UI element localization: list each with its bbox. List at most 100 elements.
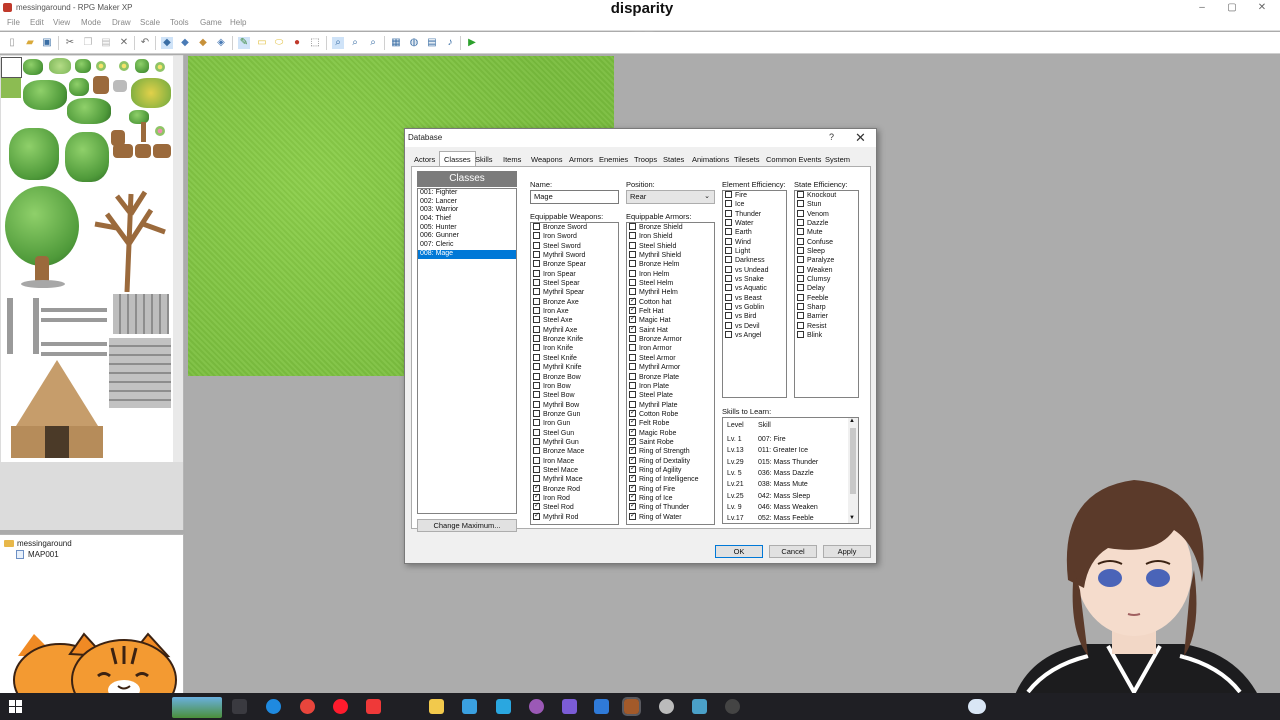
checkbox[interactable] [797, 265, 804, 273]
checkbox[interactable] [629, 288, 636, 296]
skills-to-learn-list[interactable]: Level Skill ▲ ▼ Lv. 1 007: Fire Lv.13 011: G… [722, 417, 859, 524]
project-node[interactable]: messingaround [4, 539, 72, 548]
obs-icon[interactable] [529, 699, 544, 714]
rpgmaker-taskbar-icon[interactable] [622, 697, 641, 716]
element-efficiency-list[interactable]: Fire Ice Thunder Water Earth Wind Light Darknes… [722, 190, 787, 398]
checkbox[interactable] [533, 363, 540, 371]
state-item[interactable]: Paralyze [795, 256, 858, 265]
checkbox[interactable] [725, 228, 732, 236]
close-icon[interactable]: ✕ [855, 130, 866, 146]
position-select[interactable]: Rear ⌄ [626, 190, 715, 204]
checkbox[interactable] [629, 269, 636, 277]
telegram-icon[interactable] [496, 699, 511, 714]
armor-item[interactable]: Steel Armor [627, 353, 714, 363]
checkbox[interactable] [797, 209, 804, 217]
state-item[interactable]: Weaken [795, 265, 858, 275]
events-icon[interactable]: ◈ [215, 37, 227, 49]
weapon-item[interactable]: Mythril Knife [531, 363, 618, 372]
skill-row[interactable]: Lv.17 052: Mass Feeble [727, 515, 814, 522]
weapon-item[interactable]: Mythril Mace [531, 475, 618, 484]
armor-item[interactable]: Mythril Shield [627, 251, 714, 260]
checkbox[interactable] [797, 275, 804, 283]
windows-start-icon[interactable] [9, 700, 22, 713]
weapon-item[interactable]: Steel Rod [531, 501, 618, 512]
tab-actors[interactable]: Actors [414, 153, 435, 166]
checkbox[interactable] [725, 265, 732, 273]
layer2-icon[interactable]: ◆ [179, 37, 191, 49]
task-view-icon[interactable] [232, 699, 247, 714]
checkbox[interactable] [533, 437, 540, 445]
tileset-graphic[interactable] [1, 56, 173, 462]
element-item[interactable]: vs Aquatic [723, 284, 786, 293]
checkbox[interactable] [629, 296, 636, 305]
database-icon[interactable]: ▦ [390, 37, 402, 49]
armor-item[interactable]: Saint Robe [627, 436, 714, 447]
armor-item[interactable]: Cotton hat [627, 296, 714, 307]
armor-item[interactable]: Iron Plate [627, 381, 714, 391]
checkbox[interactable] [533, 307, 540, 315]
checkbox[interactable] [797, 228, 804, 236]
armor-item[interactable]: Ring of Thunder [627, 501, 714, 512]
armor-item[interactable]: Steel Helm [627, 279, 714, 288]
save-icon[interactable]: ▣ [41, 37, 53, 49]
state-item[interactable]: Dazzle [795, 219, 858, 228]
weapon-item[interactable]: Bronze Spear [531, 260, 618, 269]
class-list-item[interactable]: 002: Lancer [418, 198, 516, 207]
cut-icon[interactable]: ✂ [64, 37, 76, 49]
checkbox[interactable] [533, 297, 540, 305]
armor-item[interactable]: Mythril Plate [627, 400, 714, 410]
state-item[interactable]: Sleep [795, 247, 858, 256]
checkbox[interactable] [725, 293, 732, 301]
checkbox[interactable] [725, 237, 732, 245]
weapon-item[interactable]: Mythril Rod [531, 511, 618, 522]
menu-game[interactable]: Game [200, 18, 222, 27]
weapon-item[interactable]: Mythril Sword [531, 251, 618, 260]
element-item[interactable]: Water [723, 219, 786, 228]
help-icon[interactable]: ? [829, 132, 834, 142]
state-item[interactable]: Barrier [795, 312, 858, 321]
state-item[interactable]: Venom [795, 209, 858, 219]
checkbox[interactable] [629, 324, 636, 333]
rectangle-icon[interactable]: ▭ [256, 37, 268, 49]
checkbox[interactable] [629, 473, 636, 483]
store-icon[interactable] [462, 699, 477, 714]
checkbox[interactable] [725, 219, 732, 227]
zoom-1x-icon[interactable]: ⌕ [332, 37, 344, 49]
maximize-button[interactable]: ▢ [1222, 1, 1242, 14]
checkbox[interactable] [533, 419, 540, 427]
weapon-item[interactable]: Iron Axe [531, 307, 618, 316]
checkbox[interactable] [533, 260, 540, 268]
checkbox[interactable] [797, 237, 804, 245]
menu-file[interactable]: File [7, 18, 20, 27]
copy-icon[interactable]: ❐ [82, 37, 94, 49]
weapon-item[interactable]: Steel Sword [531, 241, 618, 251]
vivaldi-icon[interactable] [366, 699, 381, 714]
checkbox[interactable] [797, 284, 804, 292]
armor-item[interactable]: Magic Hat [627, 314, 714, 325]
checkbox[interactable] [629, 400, 636, 408]
weapon-item[interactable]: Bronze Gun [531, 409, 618, 419]
menu-help[interactable]: Help [230, 18, 246, 27]
armor-item[interactable]: Steel Plate [627, 391, 714, 400]
weapon-item[interactable]: Iron Bow [531, 381, 618, 391]
element-item[interactable]: vs Angel [723, 331, 786, 340]
weapon-item[interactable]: Steel Knife [531, 353, 618, 363]
checkbox[interactable] [533, 279, 540, 287]
armor-item[interactable]: Iron Shield [627, 232, 714, 241]
menu-edit[interactable]: Edit [30, 18, 44, 27]
checkbox[interactable] [533, 316, 540, 324]
equippable-weapons-list[interactable]: Bronze Sword Iron Sword Steel Sword Mythril… [530, 222, 619, 525]
checkbox[interactable] [797, 219, 804, 227]
open-icon[interactable]: ▰ [24, 37, 36, 49]
element-item[interactable]: vs Snake [723, 275, 786, 284]
armor-item[interactable]: Bronze Plate [627, 372, 714, 382]
tab-troops[interactable]: Troops [634, 153, 657, 166]
checkbox[interactable] [629, 427, 636, 436]
checkbox[interactable] [533, 269, 540, 277]
checkbox[interactable] [629, 417, 636, 427]
checkbox[interactable] [725, 312, 732, 320]
checkbox[interactable] [629, 436, 636, 445]
element-item[interactable]: Earth [723, 228, 786, 237]
checkbox[interactable] [533, 483, 540, 492]
element-item[interactable]: vs Goblin [723, 303, 786, 312]
